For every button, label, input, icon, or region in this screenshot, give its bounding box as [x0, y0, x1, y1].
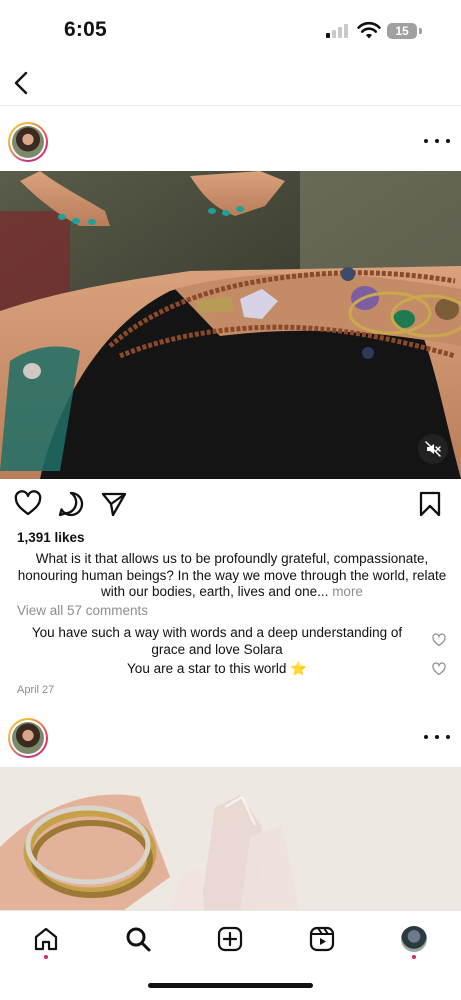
comment-item: You are a star to this world ⭐	[127, 661, 307, 676]
likes-count[interactable]: 1,391 likes	[17, 530, 85, 545]
battery-indicator: 15	[387, 23, 417, 39]
tab-profile[interactable]	[398, 923, 430, 955]
tab-home[interactable]	[30, 923, 62, 955]
share-icon[interactable]	[100, 490, 128, 518]
mute-toggle-button[interactable]	[418, 434, 448, 464]
speaker-muted-icon	[425, 441, 441, 457]
chevron-left-icon	[14, 71, 28, 95]
back-button[interactable]	[8, 66, 34, 100]
heart-icon[interactable]	[14, 490, 42, 518]
tab-create[interactable]	[214, 923, 246, 955]
view-all-comments-link[interactable]: View all 57 comments	[17, 603, 148, 618]
status-bar: 6:05 15	[0, 0, 461, 62]
comment-like-icon[interactable]	[432, 633, 446, 647]
caption-more-link[interactable]: more	[332, 584, 363, 599]
post-media[interactable]	[0, 767, 461, 913]
post-date: April 27	[17, 684, 55, 696]
search-icon	[126, 927, 151, 952]
author-avatar[interactable]	[8, 718, 48, 758]
home-indicator	[148, 983, 313, 988]
more-options-button[interactable]	[424, 727, 450, 747]
post-photo	[0, 767, 461, 913]
bookmark-icon[interactable]	[416, 490, 444, 518]
post-photo	[0, 171, 461, 479]
wifi-icon	[357, 21, 381, 39]
battery-nub	[419, 28, 422, 34]
tab-search[interactable]	[122, 923, 154, 955]
profile-avatar	[401, 926, 427, 952]
create-post-icon	[217, 926, 243, 952]
comment-like-icon[interactable]	[432, 662, 446, 676]
home-icon	[34, 927, 58, 951]
tab-reels[interactable]	[306, 923, 338, 955]
author-avatar[interactable]	[8, 122, 48, 162]
more-options-button[interactable]	[424, 131, 450, 151]
comment-item: You have such a way with words and a dee…	[31, 625, 403, 657]
post-caption: What is it that allows us to be profound…	[17, 551, 447, 601]
post-media[interactable]	[0, 171, 461, 479]
comment-icon[interactable]	[57, 490, 85, 518]
profile-notification-dot	[412, 955, 416, 959]
status-time: 6:05	[64, 18, 107, 41]
post-header	[0, 717, 461, 773]
nav-header	[0, 62, 461, 106]
post-actions	[0, 488, 461, 522]
post-header	[0, 121, 461, 177]
home-notification-dot	[44, 955, 48, 959]
cellular-signal-icon	[326, 24, 352, 38]
caption-text: What is it that allows us to be profound…	[17, 551, 447, 599]
reels-icon	[309, 926, 335, 952]
